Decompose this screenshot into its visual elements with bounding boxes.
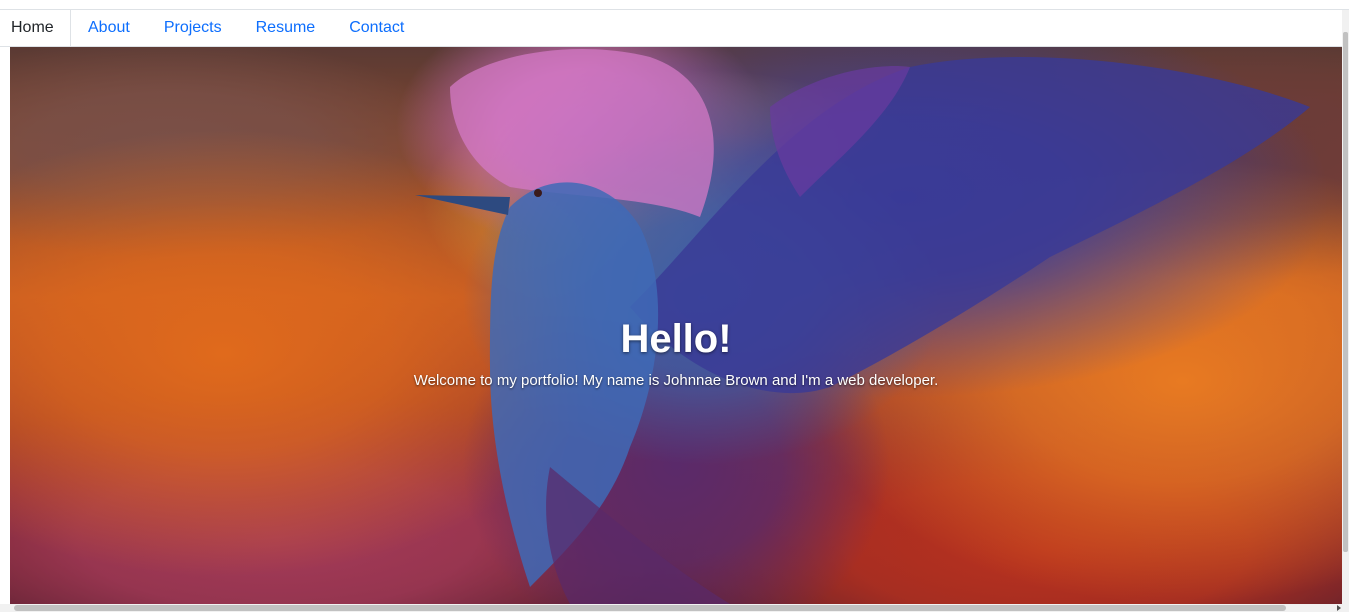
hero-content: Hello! Welcome to my portfolio! My name …	[10, 47, 1342, 604]
hero-banner: Hello! Welcome to my portfolio! My name …	[10, 47, 1342, 604]
hero-subtitle: Welcome to my portfolio! My name is John…	[413, 372, 939, 389]
vertical-scrollbar[interactable]	[1342, 10, 1349, 612]
vertical-scrollbar-thumb[interactable]	[1343, 32, 1348, 552]
nav-tab-contact[interactable]: Contact	[332, 10, 421, 46]
nav-tab-home[interactable]: Home	[0, 10, 71, 46]
horizontal-scrollbar[interactable]	[0, 604, 1349, 612]
nav-tab-resume[interactable]: Resume	[239, 10, 333, 46]
nav-tabs: Home About Projects Resume Contact	[0, 10, 1342, 47]
horizontal-scrollbar-thumb[interactable]	[14, 605, 1286, 611]
hero-title: Hello!	[620, 317, 732, 361]
scroll-right-arrow-icon[interactable]	[1337, 605, 1341, 611]
nav-tab-about[interactable]: About	[71, 10, 147, 46]
nav-tab-projects[interactable]: Projects	[147, 10, 239, 46]
